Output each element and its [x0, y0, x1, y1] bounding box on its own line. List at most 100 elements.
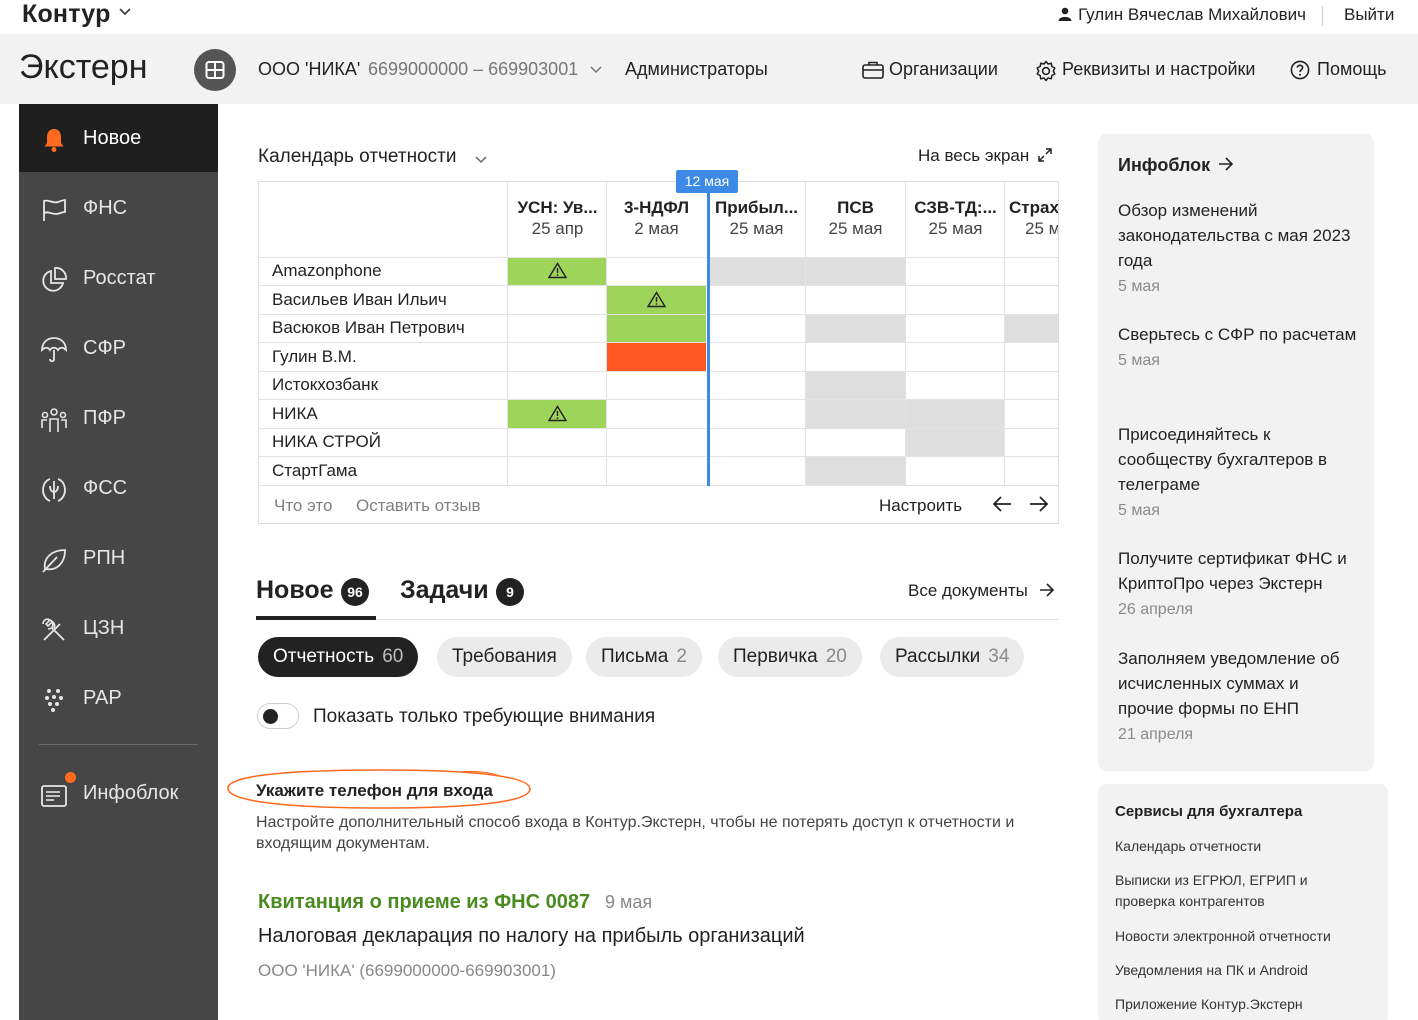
- service-link[interactable]: Выписки из ЕГРЮЛ, ЕГРИП и проверка контр…: [1115, 870, 1325, 912]
- sidebar: Новое ФНС Росстат СФР ПФР ФСС РПН ЦЗН РА…: [19, 104, 218, 1020]
- reporting-calendar: УСН: Ув... 25 апр 3-НДФЛ 2 мая Прибыл...…: [258, 181, 1059, 524]
- chevron-down-icon[interactable]: [118, 4, 132, 20]
- tab-new[interactable]: Новое: [256, 576, 334, 605]
- sidebar-item-infoblock[interactable]: Инфоблок: [19, 759, 218, 827]
- calendar-column-header[interactable]: ПСВ 25 мая: [806, 182, 905, 257]
- filter-mailings[interactable]: Рассылки 34: [880, 637, 1025, 677]
- document-subtitle[interactable]: Налоговая декларация по налогу на прибыл…: [258, 925, 805, 948]
- news-item[interactable]: Обзор изменений законодательства с мая 2…: [1118, 198, 1358, 296]
- calendar-cell-pending[interactable]: [806, 457, 905, 485]
- filter-reporting[interactable]: Отчетность 60: [258, 637, 419, 677]
- arrow-right-icon[interactable]: [1218, 157, 1234, 176]
- calendar-cell-pending[interactable]: [806, 371, 905, 399]
- grid-line: [1004, 182, 1005, 486]
- what-is-this-link[interactable]: Что это: [274, 496, 332, 516]
- tab-tasks[interactable]: Задачи: [400, 576, 489, 605]
- gear-icon: [1036, 60, 1056, 82]
- apps-grid-button[interactable]: [194, 49, 236, 91]
- calendar-row-org[interactable]: Васильев Иван Ильич: [272, 290, 447, 310]
- filter-primary-docs[interactable]: Первичка 20: [718, 637, 862, 677]
- pie-chart-icon: [42, 267, 67, 292]
- tab-tasks-count: 9: [496, 578, 524, 606]
- service-link[interactable]: Уведомления на ПК и Android: [1115, 960, 1375, 981]
- tools-icon: [42, 618, 65, 641]
- calendar-cell-warning[interactable]: [508, 257, 607, 285]
- calendar-row-org[interactable]: Истокхозбанк: [272, 375, 378, 395]
- calendar-cell-overdue[interactable]: [607, 343, 706, 371]
- kontur-logo[interactable]: Контур: [22, 0, 111, 29]
- sidebar-item-fns[interactable]: ФНС: [19, 174, 218, 242]
- calendar-row-org[interactable]: НИКА: [272, 404, 318, 424]
- sidebar-item-rosstat[interactable]: Росстат: [19, 244, 218, 312]
- news-item[interactable]: Присоединяйтесь к сообществу бухгалтеров…: [1118, 422, 1358, 520]
- attention-only-toggle[interactable]: [257, 703, 299, 729]
- grid-line: [259, 485, 1058, 486]
- calendar-cell-done[interactable]: [607, 314, 706, 342]
- grid-line: [259, 257, 1058, 258]
- org-name[interactable]: ООО 'НИКА': [258, 59, 360, 80]
- grid-line: [259, 285, 1058, 286]
- calendar-cell-pending[interactable]: [806, 314, 905, 342]
- calendar-row-org[interactable]: Васюков Иван Петрович: [272, 318, 465, 338]
- grid-line: [905, 182, 906, 486]
- news-item[interactable]: Сверьтесь с СФР по расчетам 5 мая: [1118, 322, 1358, 370]
- document-title-link[interactable]: Квитанция о приеме из ФНС 0087: [258, 891, 590, 914]
- sidebar-item-new[interactable]: Новое: [19, 104, 218, 172]
- user-menu[interactable]: Гулин Вячеслав Михайлович: [1058, 5, 1306, 25]
- grapes-icon: [45, 689, 63, 712]
- phone-notice-title[interactable]: Укажите телефон для входа: [256, 781, 493, 801]
- grid-line: [259, 399, 1058, 400]
- calendar-cell-pending[interactable]: [707, 257, 906, 285]
- calendar-title[interactable]: Календарь отчетности: [258, 146, 456, 168]
- sidebar-item-rpn[interactable]: РПН: [19, 524, 218, 592]
- calendar-cell-pending[interactable]: [1005, 314, 1058, 342]
- calendar-row-org[interactable]: Гулин В.М.: [272, 347, 357, 367]
- chevron-down-icon[interactable]: [589, 62, 603, 80]
- service-link[interactable]: Календарь отчетности: [1115, 836, 1375, 857]
- calendar-column-header[interactable]: УСН: Ув... 25 апр: [508, 182, 607, 257]
- calendar-row-org[interactable]: СтартГама: [272, 461, 357, 481]
- news-item[interactable]: Заполняем уведомление об исчисленных сум…: [1118, 646, 1358, 744]
- sidebar-item-sfr[interactable]: СФР: [19, 314, 218, 382]
- arrow-right-icon: [1039, 583, 1054, 597]
- arrow-left-icon[interactable]: [992, 495, 1012, 518]
- notification-dot: [65, 772, 76, 783]
- user-icon: [1058, 7, 1072, 21]
- sidebar-item-rar[interactable]: РАР: [19, 664, 218, 732]
- services-title: Сервисы для бухгалтера: [1115, 803, 1303, 820]
- calendar-cell-warning[interactable]: [607, 286, 706, 314]
- calendar-column-header[interactable]: 3-НДФЛ 2 мая: [607, 182, 706, 257]
- sidebar-item-pfr[interactable]: ПФР: [19, 384, 218, 452]
- infoblock-title[interactable]: Инфоблок: [1118, 155, 1210, 176]
- logout-link[interactable]: Выйти: [1344, 5, 1394, 25]
- calendar-cell-pending[interactable]: [906, 428, 1005, 456]
- sidebar-item-fss[interactable]: ФСС: [19, 454, 218, 522]
- arrow-right-icon[interactable]: [1029, 495, 1049, 518]
- calendar-row-org[interactable]: Amazonphone: [272, 261, 382, 281]
- setup-link[interactable]: Настроить: [879, 496, 962, 516]
- sidebar-item-czn[interactable]: ЦЗН: [19, 594, 218, 662]
- product-title: Экстерн: [19, 48, 148, 86]
- calendar-row-org[interactable]: НИКА СТРОЙ: [272, 432, 381, 452]
- grid-line: [507, 182, 508, 486]
- briefcase-icon: [862, 61, 884, 79]
- grid-line: [805, 182, 806, 486]
- filter-letters[interactable]: Письма 2: [586, 637, 702, 677]
- filter-requirements[interactable]: Требования: [437, 637, 572, 677]
- grid-line: [259, 456, 1058, 457]
- chevron-down-icon[interactable]: [474, 152, 488, 170]
- calendar-column-header[interactable]: Страх 25 м: [1005, 182, 1058, 257]
- grid-line: [259, 342, 1058, 343]
- calendar-column-header[interactable]: Прибыл... 25 мая: [707, 182, 806, 257]
- calendar-cell-warning[interactable]: [508, 400, 607, 428]
- feedback-link[interactable]: Оставить отзыв: [356, 496, 481, 516]
- org-inn[interactable]: 6699000000 – 669903001: [368, 59, 578, 80]
- service-link[interactable]: Новости электронной отчетности: [1115, 926, 1375, 947]
- calendar-column-header[interactable]: СЗВ-ТД:... 25 мая: [906, 182, 1005, 257]
- services-panel: Сервисы для бухгалтера Календарь отчетно…: [1098, 784, 1388, 1020]
- admins-link[interactable]: Администраторы: [625, 59, 768, 80]
- all-documents-link[interactable]: Все документы: [908, 581, 1055, 601]
- service-link[interactable]: Приложение Контур.Экстерн: [1115, 994, 1375, 1015]
- news-item[interactable]: Получите сертификат ФНС и КриптоПро чере…: [1118, 546, 1358, 619]
- fullscreen-link[interactable]: На весь экран: [918, 146, 1052, 166]
